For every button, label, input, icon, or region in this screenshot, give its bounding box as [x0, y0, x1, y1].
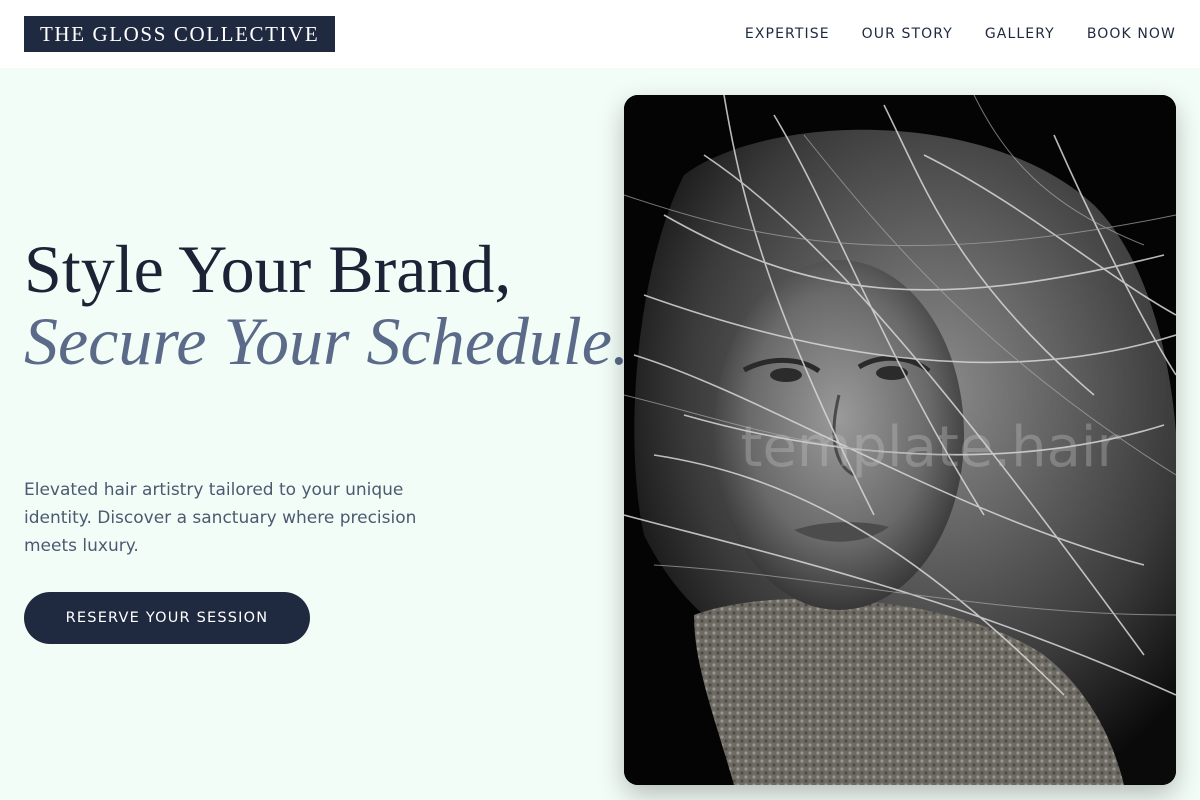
watermark-text: template.hair — [740, 415, 1120, 480]
hero-heading-line1: Style Your Brand, — [24, 231, 512, 307]
main-nav: EXPERTISE OUR STORY GALLERY BOOK NOW — [745, 24, 1176, 44]
nav-link-gallery[interactable]: GALLERY — [985, 24, 1055, 44]
nav-link-expertise[interactable]: EXPERTISE — [745, 24, 830, 44]
hero-description: Elevated hair artistry tailored to your … — [24, 480, 417, 556]
nav-link-our-story[interactable]: OUR STORY — [862, 24, 953, 44]
reserve-session-button[interactable]: RESERVE YOUR SESSION — [24, 592, 310, 644]
hero-heading-accent: Secure Your Schedule. — [24, 303, 629, 379]
hero-heading: Style Your Brand, Secure Your Schedule. — [24, 233, 629, 377]
nav-link-book-now[interactable]: BOOK NOW — [1087, 24, 1176, 44]
brand-logo[interactable]: THE GLOSS COLLECTIVE — [24, 16, 336, 52]
hero-portrait-photo: template.hair — [624, 95, 1176, 785]
site-header: THE GLOSS COLLECTIVE EXPERTISE OUR STORY… — [0, 0, 1200, 68]
